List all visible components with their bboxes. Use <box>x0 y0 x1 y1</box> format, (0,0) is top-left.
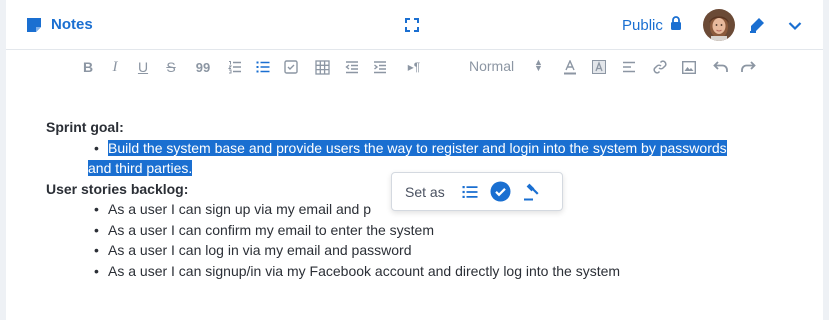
underline-button[interactable]: U <box>134 58 152 76</box>
outdent-button[interactable] <box>343 58 361 76</box>
gavel-icon[interactable] <box>521 181 543 203</box>
sprint-goal-list: Build the system base and provide users … <box>46 138 786 159</box>
font-color-button[interactable] <box>561 58 579 76</box>
image-button[interactable] <box>680 58 698 76</box>
sprint-goal-heading: Sprint goal: <box>46 119 124 135</box>
notes-header: Notes Public <box>6 0 823 50</box>
set-as-popup: Set as <box>391 172 563 211</box>
notes-title[interactable]: Notes <box>26 16 93 33</box>
lock-icon <box>670 16 682 34</box>
formatting-toolbar: B I U S 99 ▸¶ <box>6 50 823 84</box>
list-item[interactable]: As a user I can log in via my email and … <box>88 240 786 261</box>
backlog-list: As a user I can sign up via my email and… <box>46 199 786 281</box>
sprint-goal-item[interactable]: Build the system base and provide users … <box>88 138 786 159</box>
style-select-caret-icon: ▲ ▼ <box>534 57 543 73</box>
list-item[interactable]: As a user I can confirm my email to ente… <box>88 220 786 241</box>
check-circle-icon[interactable] <box>490 181 512 203</box>
undo-button[interactable] <box>712 58 730 76</box>
quote-button[interactable]: 99 <box>194 58 212 76</box>
table-button[interactable] <box>313 58 331 76</box>
selected-text[interactable]: Build the system base and provide users … <box>108 139 727 156</box>
avatar[interactable] <box>703 9 735 41</box>
checklist-button[interactable] <box>282 58 300 76</box>
list-item[interactable]: As a user I can signup/in via my Faceboo… <box>88 261 786 282</box>
expand-icon[interactable] <box>405 18 419 37</box>
redo-button[interactable] <box>739 58 757 76</box>
paragraph-direction-button[interactable]: ▸¶ <box>402 58 426 76</box>
visibility-toggle[interactable]: Public <box>622 16 682 34</box>
notes-icon <box>26 17 42 33</box>
indent-button[interactable] <box>371 58 389 76</box>
edit-pen-icon[interactable] <box>748 16 766 39</box>
set-as-label: Set as <box>405 183 445 200</box>
bold-button[interactable]: B <box>79 58 97 76</box>
italic-button[interactable]: I <box>106 58 124 76</box>
highlight-button[interactable] <box>590 58 608 76</box>
bullet-list-button[interactable] <box>254 58 272 76</box>
list-icon[interactable] <box>459 181 481 203</box>
notes-title-label: Notes <box>51 16 93 33</box>
visibility-label: Public <box>622 16 663 34</box>
selected-text-continuation[interactable]: and third parties. <box>88 160 193 176</box>
style-select[interactable]: Normal <box>469 58 514 74</box>
ordered-list-button[interactable] <box>226 58 244 76</box>
link-button[interactable] <box>651 58 669 76</box>
align-button[interactable] <box>620 58 638 76</box>
notes-panel: Notes Public B I U S 99 ▸¶ Normal ▲ ▼ Sp… <box>6 0 823 320</box>
strikethrough-button[interactable]: S <box>162 58 180 76</box>
chevron-down-icon[interactable] <box>788 18 802 36</box>
